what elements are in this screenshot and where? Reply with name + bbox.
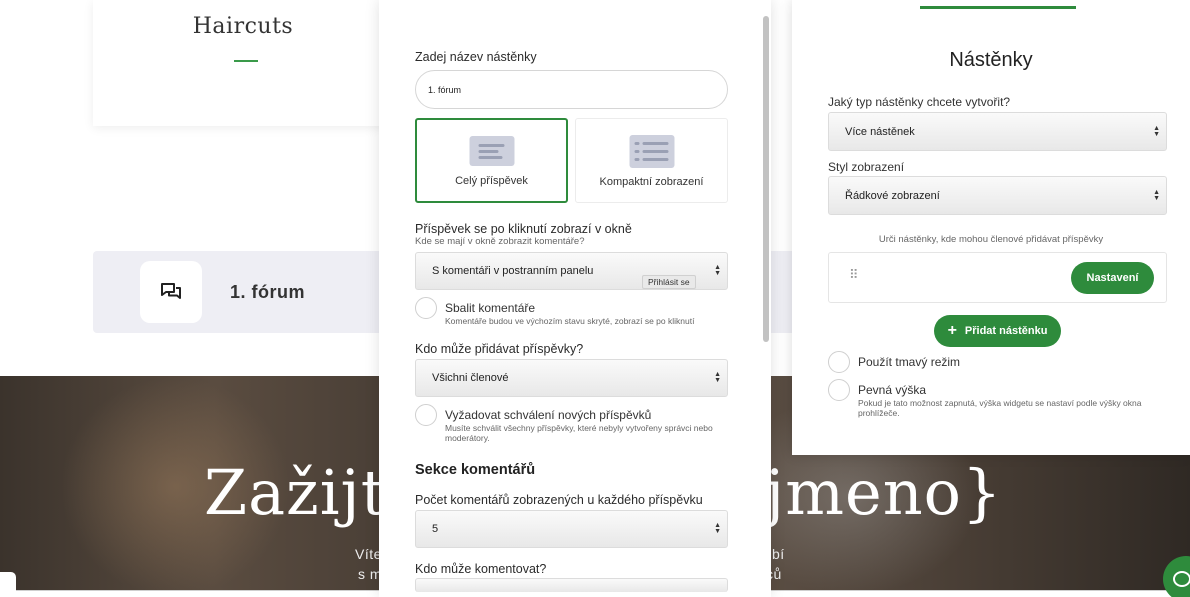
- comments-count-value: 5: [432, 523, 439, 535]
- layout-option-compact[interactable]: Kompaktní zobrazení: [575, 118, 728, 203]
- select-arrows-icon: ▲ ▼: [1153, 189, 1160, 202]
- full-post-icon: [469, 136, 514, 166]
- add-board-label: Přidat nástěnku: [964, 325, 1048, 337]
- who-posts-label: Kdo může přidávat příspěvky?: [415, 342, 584, 356]
- fixed-height-desc: Pokud je tato možnost zapnutá, výška wid…: [858, 398, 1142, 418]
- hero-title-right: jmeno}: [765, 456, 1003, 529]
- login-tooltip: Přihlásit se: [642, 275, 696, 289]
- board-type-value: Více nástěnek: [845, 125, 915, 138]
- forum-icon-box[interactable]: [140, 261, 202, 323]
- select-arrows-icon: ▲ ▼: [714, 371, 721, 384]
- who-posts-select[interactable]: Všichni členové ▲ ▼: [415, 359, 728, 397]
- fixed-height-label: Pevná výška: [858, 383, 927, 397]
- require-approval-radio[interactable]: [415, 404, 437, 426]
- comments-section-title: Sekce komentářů: [415, 462, 536, 478]
- board-type-label: Jaký typ nástěnky chcete vytvořit?: [828, 95, 1011, 109]
- hero-text-right-1: bí: [772, 546, 785, 562]
- add-board-button[interactable]: + Přidat nástěnku: [934, 315, 1061, 347]
- select-arrows-icon: ▲ ▼: [714, 264, 721, 277]
- board-settings-button[interactable]: Nastavení: [1071, 262, 1154, 294]
- title-underline: [234, 60, 258, 62]
- post-click-sublabel: Kde se mají v okně zobrazit komentáře?: [415, 236, 585, 247]
- select-arrows-icon: ▲ ▼: [1153, 125, 1160, 138]
- forum-tab-label[interactable]: 1. fórum: [230, 282, 305, 303]
- display-style-select[interactable]: Řádkové zobrazení ▲ ▼: [828, 176, 1167, 215]
- collapse-comments-desc: Komentáře budou ve výchozím stavu skryté…: [445, 316, 695, 326]
- who-comments-label: Kdo může komentovat?: [415, 562, 547, 576]
- forum-chat-icon: [161, 283, 181, 299]
- left-edge-widget[interactable]: [0, 572, 16, 597]
- haircuts-title: Haircuts: [192, 14, 294, 39]
- fixed-height-radio[interactable]: [828, 379, 850, 401]
- collapse-comments-title: Sbalit komentáře: [445, 301, 536, 315]
- layout-option-full-post[interactable]: Celý příspěvek: [415, 118, 568, 203]
- settings-scrollbar[interactable]: [763, 16, 769, 342]
- haircuts-card: Haircuts: [93, 0, 393, 126]
- boards-hint: Urči nástěnky, kde mohou členové přidáva…: [878, 234, 1104, 245]
- board-type-select[interactable]: Více nástěnek ▲ ▼: [828, 112, 1167, 151]
- board-name-input[interactable]: 1. fórum: [415, 70, 728, 109]
- board-name-label: Zadej název nástěnky: [415, 50, 537, 64]
- display-style-value: Řádkové zobrazení: [845, 189, 940, 202]
- collapse-comments-radio[interactable]: [415, 297, 437, 319]
- dark-mode-radio[interactable]: [828, 351, 850, 373]
- drag-handle-icon[interactable]: ⠿: [849, 268, 858, 281]
- comments-count-label: Počet komentářů zobrazených u každého př…: [415, 493, 703, 507]
- require-approval-title: Vyžadovat schválení nových příspěvků: [445, 408, 652, 422]
- plus-icon: +: [947, 322, 957, 339]
- comments-count-select[interactable]: 5 ▲ ▼: [415, 510, 728, 548]
- comments-position-value: S komentáři v postranním panelu: [432, 265, 594, 277]
- active-tab-indicator: [920, 6, 1076, 9]
- who-posts-value: Všichni členové: [432, 372, 509, 384]
- post-click-label: Příspěvek se po kliknutí zobrazí v okně: [415, 222, 632, 236]
- require-approval-desc: Musíte schválit všechny příspěvky, které…: [445, 423, 713, 443]
- select-arrows-icon: ▲ ▼: [714, 522, 721, 535]
- layout-option-label: Kompaktní zobrazení: [599, 176, 704, 188]
- layout-option-label: Celý příspěvek: [455, 175, 528, 187]
- chat-icon: [1173, 571, 1190, 587]
- who-comments-select[interactable]: [415, 578, 728, 592]
- compact-view-icon: [629, 135, 674, 168]
- display-style-label: Styl zobrazení: [828, 160, 905, 174]
- dark-mode-label: Použít tmavý režim: [858, 355, 961, 369]
- boards-title: Nástěnky: [949, 49, 1033, 71]
